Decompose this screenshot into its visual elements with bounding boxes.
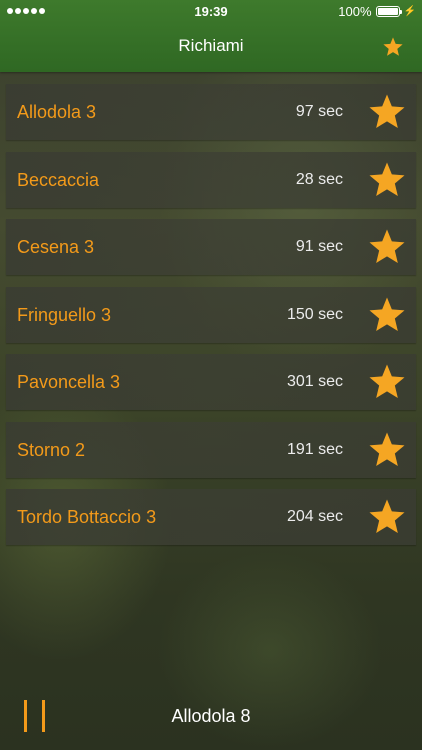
list-item[interactable]: Fringuello 3 150 sec [6,286,416,343]
call-duration: 301 sec [286,373,343,390]
status-bar: 19:39 100% ⚡ [0,0,422,24]
favorite-star-icon[interactable] [367,227,407,267]
call-name: Cesena 3 [17,237,95,257]
battery-icon [375,6,402,17]
calls-list: Allodola 3 97 sec Beccaccia 28 sec Cesena 3 9… [6,84,416,557]
call-name: Beccaccia [17,169,100,190]
charging-icon: ⚡ [403,5,416,17]
favorite-star-icon[interactable] [367,160,407,200]
list-item[interactable]: Cesena 3 91 sec [6,219,416,275]
call-duration: 97 sec [295,103,343,120]
favorite-star-icon[interactable] [367,362,407,402]
list-item[interactable]: Tordo Bottaccio 3 204 sec [6,489,416,545]
call-duration: 150 sec [286,305,343,323]
call-duration: 204 sec [286,508,343,525]
page-title: Richiami [178,36,244,55]
list-item[interactable]: Allodola 3 97 sec [6,84,416,140]
battery-percentage: 100% [338,4,372,19]
battery-indicator: 100% ⚡ [338,4,416,19]
favorite-star-icon[interactable] [367,430,407,470]
call-duration: 28 sec [295,170,343,188]
call-name: Tordo Bottaccio 3 [17,507,157,527]
list-item[interactable]: Pavoncella 3 301 sec [6,354,416,410]
call-name: Pavoncella 3 [17,372,121,392]
list-item[interactable]: Beccaccia 28 sec [6,151,416,208]
favorites-star-icon[interactable] [382,36,404,58]
navigation-bar: 19:39 100% ⚡ Richiami [0,0,422,72]
now-playing-title: Allodola 8 [171,706,251,726]
favorite-star-icon[interactable] [367,295,407,335]
favorite-star-icon[interactable] [367,497,407,537]
call-name: Fringuello 3 [17,304,112,325]
call-duration: 191 sec [286,440,343,458]
call-duration: 91 sec [295,238,343,255]
list-item[interactable]: Storno 2 191 sec [6,421,416,478]
favorite-star-icon[interactable] [367,92,407,132]
call-name: Allodola 3 [17,102,97,122]
call-name: Storno 2 [17,439,86,460]
